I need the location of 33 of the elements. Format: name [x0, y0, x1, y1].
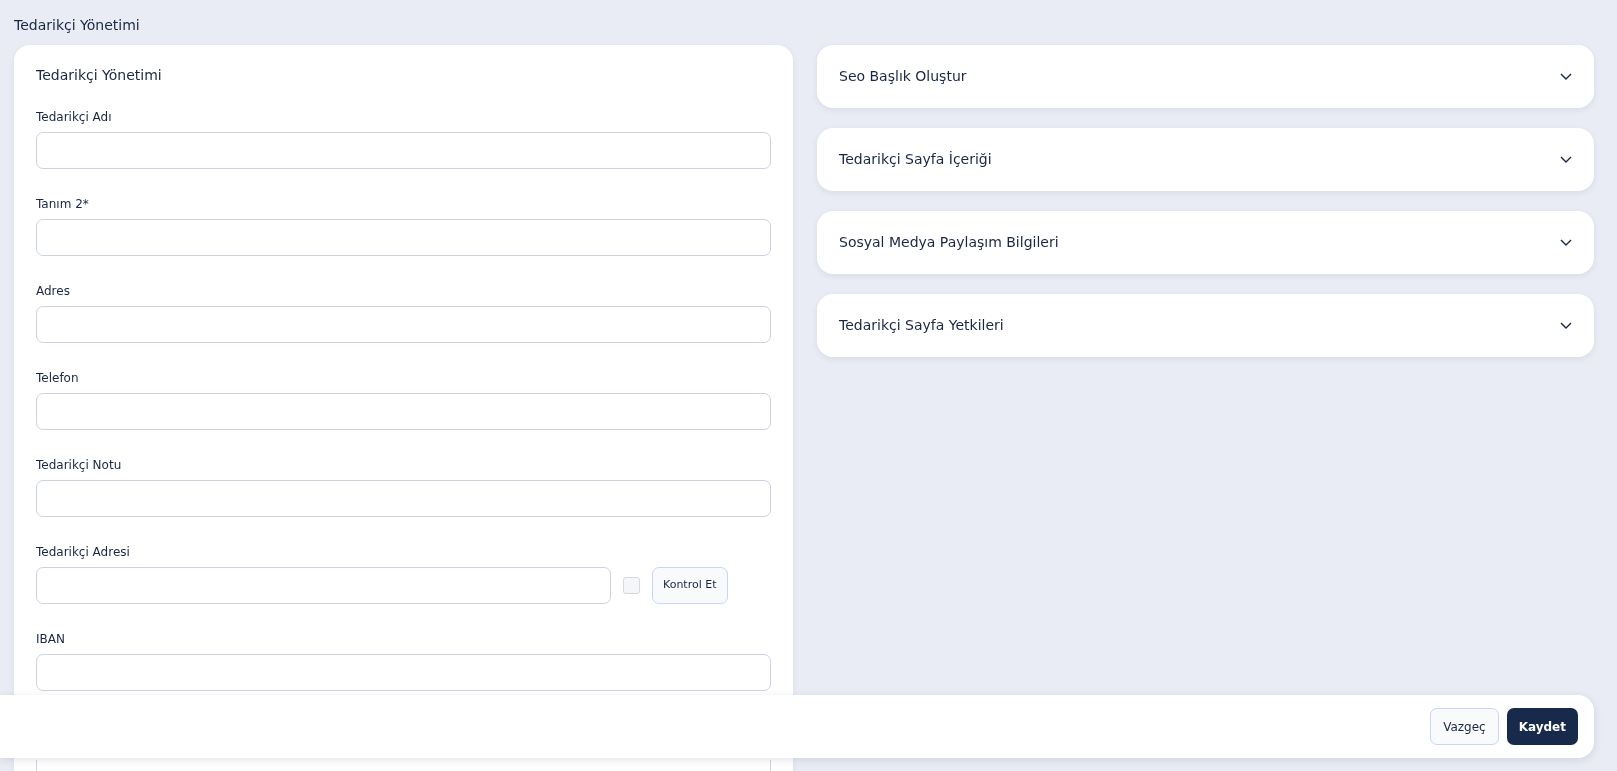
accordion-header[interactable]: Tedarikçi Sayfa Yetkileri	[817, 293, 1594, 357]
input-field[interactable]	[36, 305, 771, 343]
page-title: Tedarikçi Yönetimi	[14, 16, 141, 35]
checkbox[interactable]	[623, 576, 640, 594]
field-label: Tanım 2*	[36, 195, 90, 213]
chevron-down-icon	[1560, 238, 1572, 246]
input-field[interactable]	[36, 479, 771, 517]
input-field[interactable]	[36, 759, 771, 771]
accordion-header[interactable]: Tedarikçi Sayfa İçeriği	[817, 127, 1594, 191]
chevron-down-icon	[1560, 155, 1572, 163]
input-field[interactable]	[36, 131, 771, 169]
field-label: Tedarikçi Adresi	[36, 543, 131, 561]
accordion-title: Tedarikçi Sayfa İçeriği	[839, 149, 992, 169]
accordion-header[interactable]: Seo Başlık Oluştur	[817, 44, 1594, 108]
check-button[interactable]: Kontrol Et	[652, 566, 728, 604]
field-label: Adres	[36, 282, 71, 300]
input-field[interactable]	[36, 218, 771, 256]
save-button[interactable]: Kaydet	[1506, 708, 1578, 745]
accordion-title: Sosyal Medya Paylaşım Bilgileri	[839, 232, 1059, 252]
field-label: Tedarikçi Adı	[36, 108, 113, 126]
form-title: Tedarikçi Yönetimi	[36, 66, 163, 84]
accordion-header[interactable]: Sosyal Medya Paylaşım Bilgileri	[817, 210, 1594, 274]
input-field[interactable]	[36, 653, 771, 691]
chevron-down-icon	[1560, 321, 1572, 329]
accordion-title: Seo Başlık Oluştur	[839, 66, 967, 86]
field-label: Tedarikçi Notu	[36, 456, 123, 474]
input-field[interactable]	[36, 392, 771, 430]
field-label: Telefon	[36, 369, 80, 387]
cancel-button[interactable]: Vazgeç	[1430, 708, 1499, 745]
field-label: IBAN	[36, 630, 66, 648]
input-field[interactable]	[36, 566, 611, 604]
accordion-title: Tedarikçi Sayfa Yetkileri	[839, 315, 1004, 335]
chevron-down-icon	[1560, 72, 1572, 80]
